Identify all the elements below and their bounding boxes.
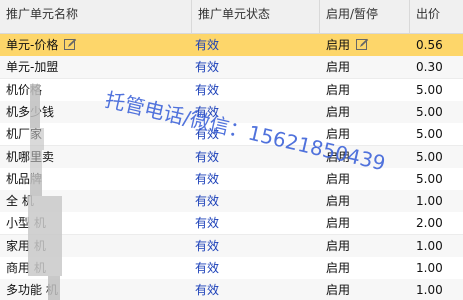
unit-status: 有效 — [195, 171, 220, 186]
unit-name-cell[interactable]: 多功能 机 — [6, 279, 192, 300]
bid-value[interactable]: 1.00 — [416, 279, 463, 300]
unit-status: 有效 — [195, 104, 220, 119]
bid-value[interactable]: 1.00 — [416, 190, 463, 213]
unit-status: 有效 — [195, 238, 220, 253]
mosaic-block — [30, 174, 42, 196]
unit-name-cell[interactable]: 单元-价格 — [6, 34, 192, 57]
table-row[interactable]: 机价格 有效 启用 5.00 — [0, 78, 463, 102]
table-header: 推广单元名称 推广单元状态 启用/暂停 出价 — [0, 0, 463, 34]
unit-status: 有效 — [195, 60, 220, 75]
edit-icon[interactable] — [356, 38, 369, 51]
table-row[interactable]: 单元-加盟 有效 启用 0.30 — [0, 56, 463, 80]
enable-status[interactable]: 启用 — [326, 194, 350, 208]
table-row[interactable]: 商用 机有效 启用 1.00 — [0, 257, 463, 280]
unit-status: 有效 — [195, 82, 220, 97]
mosaic-block — [30, 106, 40, 128]
enable-pause-cell[interactable]: 启用 — [326, 212, 411, 235]
header-unit-status[interactable]: 推广单元状态 — [192, 0, 320, 34]
enable-status[interactable]: 启用 — [326, 261, 350, 275]
enable-status[interactable]: 启用 — [326, 283, 350, 297]
unit-status: 有效 — [195, 38, 220, 52]
enable-status[interactable]: 启用 — [326, 38, 350, 52]
enable-pause-cell[interactable]: 启用 — [326, 257, 411, 280]
header-bid[interactable]: 出价 — [410, 0, 463, 34]
bid-value[interactable]: 5.00 — [416, 123, 463, 146]
enable-status[interactable]: 启用 — [326, 105, 350, 119]
header-unit-name[interactable]: 推广单元名称 — [0, 0, 192, 34]
bid-value[interactable]: 5.00 — [416, 79, 463, 102]
bid-value[interactable]: 5.00 — [416, 168, 463, 191]
unit-status: 有效 — [195, 283, 220, 298]
table-row[interactable]: 单元-价格 有效 启用 0.56 — [0, 34, 463, 57]
enable-pause-cell[interactable]: 启用 — [326, 279, 411, 300]
unit-name[interactable]: 单元-加盟 — [6, 60, 58, 74]
header-enable-pause[interactable]: 启用/暂停 — [320, 0, 410, 34]
enable-status[interactable]: 启用 — [326, 60, 350, 74]
table-row[interactable]: 家用 机有效 启用 1.00 — [0, 234, 463, 258]
enable-pause-cell[interactable]: 启用 — [326, 168, 411, 191]
table-row[interactable]: 全 机有效 启用 1.00 — [0, 190, 463, 214]
unit-status: 有效 — [195, 261, 220, 275]
unit-status: 有效 — [195, 149, 220, 164]
bid-value[interactable]: 5.00 — [416, 101, 463, 124]
mosaic-block — [48, 276, 60, 300]
mosaic-block — [30, 128, 44, 150]
mosaic-block — [28, 196, 62, 276]
promotion-unit-table: 推广单元名称 推广单元状态 启用/暂停 出价 单元-价格 有效 启用 0.56 单元-加… — [0, 0, 463, 300]
bid-value[interactable]: 5.00 — [416, 146, 463, 169]
edit-icon[interactable] — [64, 38, 77, 51]
enable-pause-cell[interactable]: 启用 — [326, 79, 411, 102]
enable-status[interactable]: 启用 — [326, 83, 350, 97]
bid-value[interactable]: 0.30 — [416, 56, 463, 79]
table-row[interactable]: 机厂家 有效 启用 5.00 — [0, 123, 463, 147]
bid-value[interactable]: 1.00 — [416, 235, 463, 258]
enable-status[interactable]: 启用 — [326, 127, 350, 141]
unit-status: 有效 — [195, 216, 220, 231]
enable-pause-cell[interactable]: 启用 — [326, 235, 411, 258]
bid-value[interactable]: 1.00 — [416, 257, 463, 280]
table-row[interactable]: 小型 机有效 启用 2.00 — [0, 212, 463, 236]
enable-pause-cell[interactable]: 启用 — [326, 34, 411, 57]
table-row[interactable]: 多功能 机有效 启用 1.00 — [0, 279, 463, 300]
enable-status[interactable]: 启用 — [326, 172, 350, 186]
unit-status: 有效 — [195, 194, 220, 209]
enable-pause-cell[interactable]: 启用 — [326, 146, 411, 169]
unit-name[interactable]: 单元-价格 — [6, 38, 58, 52]
enable-status[interactable]: 启用 — [326, 150, 350, 164]
bid-value[interactable]: 2.00 — [416, 212, 463, 235]
enable-status[interactable]: 启用 — [326, 239, 350, 253]
table-row[interactable]: 机哪里卖有效启用5.00 — [0, 145, 463, 169]
enable-pause-cell[interactable]: 启用 — [326, 123, 411, 146]
enable-status[interactable]: 启用 — [326, 216, 350, 230]
mosaic-block — [30, 84, 40, 106]
enable-pause-cell[interactable]: 启用 — [326, 101, 411, 124]
table-row[interactable]: 机品牌 有效 启用 5.00 — [0, 167, 463, 191]
table-row[interactable]: 机多少钱有效启用5.00 — [0, 100, 463, 124]
bid-value[interactable]: 0.56 — [416, 34, 463, 57]
unit-name-cell[interactable]: 单元-加盟 — [6, 56, 192, 79]
enable-pause-cell[interactable]: 启用 — [326, 190, 411, 213]
unit-status: 有效 — [195, 127, 220, 142]
enable-pause-cell[interactable]: 启用 — [326, 56, 411, 79]
mosaic-block — [30, 150, 42, 174]
